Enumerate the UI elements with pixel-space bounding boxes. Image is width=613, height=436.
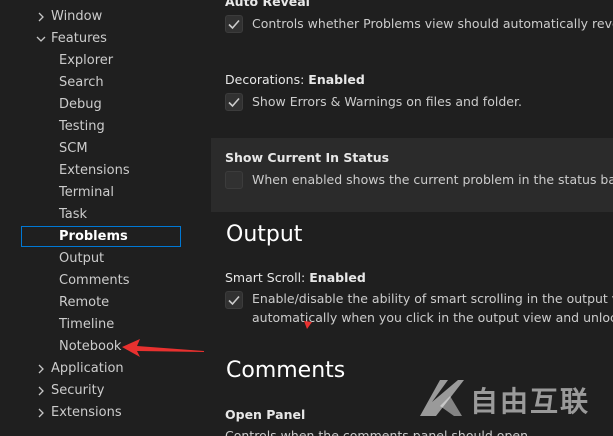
settings-tree: Window Features Explorer Search Debug Te… <box>0 0 211 436</box>
tree-item-comments[interactable]: Comments <box>0 270 211 292</box>
setting-smart-scroll: Smart Scroll: Enabled Enable/disable the… <box>211 262 613 332</box>
auto-reveal-checkbox[interactable] <box>225 15 243 33</box>
tree-item-explorer[interactable]: Explorer <box>0 50 211 72</box>
smart-scroll-checkbox[interactable] <box>225 291 243 309</box>
setting-description: Controls when the comments panel should … <box>225 428 532 436</box>
watermark-logo: 自由互联 <box>418 376 608 420</box>
setting-description: When enabled shows the current problem i… <box>252 172 613 187</box>
tree-item-debug[interactable]: Debug <box>0 94 211 116</box>
show-current-checkbox[interactable] <box>225 171 243 189</box>
setting-description: Show Errors & Warnings on files and fold… <box>252 94 522 109</box>
tree-item-extensions[interactable]: Extensions <box>0 160 211 182</box>
setting-title: Smart Scroll: Enabled <box>225 270 366 285</box>
tree-item-label: Testing <box>59 119 105 134</box>
tree-item-security[interactable]: Security <box>0 380 211 402</box>
tree-item-label: SCM <box>59 141 88 156</box>
tree-item-label: Extensions <box>59 163 130 178</box>
setting-decorations: Decorations: Enabled Show Errors & Warni… <box>211 58 613 136</box>
tree-item-label: Window <box>51 9 103 24</box>
setting-description: Controls whether Problems view should au… <box>252 16 613 31</box>
tree-item-label: Extensions <box>51 405 122 420</box>
tree-item-extensions-group[interactable]: Extensions <box>0 402 211 424</box>
tree-item-label: Application <box>51 361 124 376</box>
annotation-mark <box>304 321 312 329</box>
setting-title: Show Current In Status <box>225 150 390 165</box>
tree-item-label: Task <box>59 207 88 222</box>
tree-item-testing[interactable]: Testing <box>0 116 211 138</box>
tree-item-scm[interactable]: SCM <box>0 138 211 160</box>
decorations-checkbox[interactable] <box>225 93 243 111</box>
section-title-output: Output <box>226 222 303 247</box>
settings-editor: Auto Reveal Controls whether Problems vi… <box>211 0 613 436</box>
tree-item-label: Features <box>51 31 107 46</box>
tree-item-output[interactable]: Output <box>0 248 211 270</box>
check-icon <box>228 295 240 306</box>
tree-item-timeline[interactable]: Timeline <box>0 314 211 336</box>
setting-title: Open Panel <box>225 407 306 422</box>
tree-item-label: Search <box>59 75 104 90</box>
tree-item-label: Notebook <box>59 339 122 354</box>
tree-item-label: Security <box>51 383 105 398</box>
chevron-right-icon <box>35 6 47 28</box>
chevron-down-icon <box>35 28 47 50</box>
section-title-comments: Comments <box>226 358 346 383</box>
check-icon <box>228 97 240 108</box>
setting-description-line1: Enable/disable the ability of smart scro… <box>252 291 613 306</box>
watermark-text: 自由互联 <box>470 385 591 418</box>
tree-item-remote[interactable]: Remote <box>0 292 211 314</box>
chevron-right-icon <box>35 380 47 402</box>
annotation-arrow <box>122 339 204 357</box>
setting-show-current-in-status: Show Current In Status When enabled show… <box>211 138 613 212</box>
tree-item-label: Output <box>59 251 105 266</box>
tree-item-label: Terminal <box>59 185 114 200</box>
tree-item-label: Remote <box>59 295 110 310</box>
setting-auto-reveal: Auto Reveal Controls whether Problems vi… <box>211 0 613 58</box>
chevron-right-icon <box>35 358 47 380</box>
check-icon <box>228 19 240 30</box>
setting-title: Auto Reveal <box>225 0 310 9</box>
tree-item-search[interactable]: Search <box>0 72 211 94</box>
chevron-right-icon <box>35 402 47 424</box>
tree-item-label: Comments <box>59 273 130 288</box>
tree-item-application[interactable]: Application <box>0 358 211 380</box>
tree-item-label: Explorer <box>59 53 114 68</box>
tree-item-window[interactable]: Window <box>0 6 211 28</box>
tree-item-problems[interactable]: Problems <box>0 226 211 248</box>
tree-item-label: Timeline <box>59 317 115 332</box>
tree-item-terminal[interactable]: Terminal <box>0 182 211 204</box>
tree-item-task[interactable]: Task <box>0 204 211 226</box>
tree-item-label: Problems <box>59 229 128 244</box>
tree-item-label: Debug <box>59 97 102 112</box>
setting-title: Decorations: Enabled <box>225 72 365 87</box>
tree-item-features[interactable]: Features <box>0 28 211 50</box>
